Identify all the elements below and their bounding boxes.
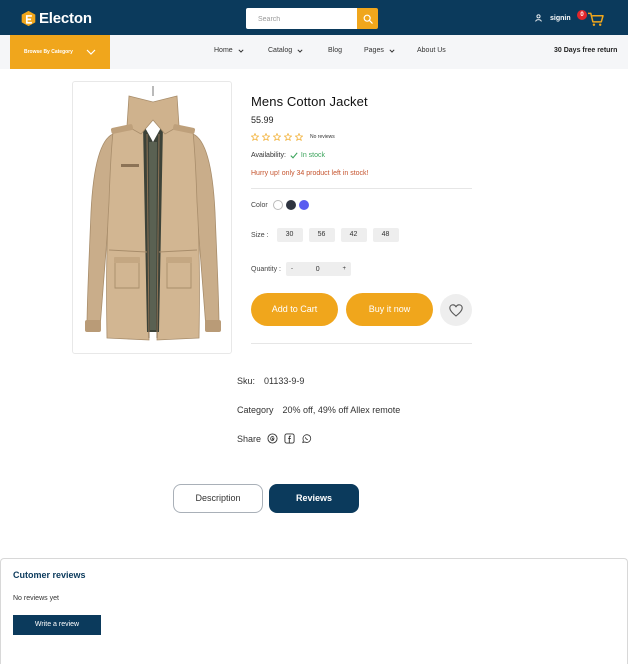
buy-now-button[interactable]: Buy it now <box>346 293 433 326</box>
chevron-down-icon <box>297 48 303 53</box>
sku-value: 01133-9-9 <box>264 376 305 386</box>
availability-label: Availability: <box>251 152 286 159</box>
quantity-row: Quantity : - 0 + <box>251 262 351 276</box>
share-row: Share <box>237 433 312 444</box>
star-outline-icon <box>284 133 292 141</box>
nav-item-label: Home <box>214 47 233 54</box>
nav-item-label: Pages <box>364 47 384 54</box>
size-option[interactable]: 56 <box>308 228 335 242</box>
jacket-illustration <box>85 86 221 341</box>
color-selector: Color <box>251 200 309 210</box>
size-option[interactable]: 48 <box>372 228 399 242</box>
chevron-down-icon <box>86 49 96 55</box>
browse-category-button[interactable]: Browse By Category <box>10 35 110 69</box>
browse-category-label: Browse By Category <box>24 49 73 55</box>
stock-status: In stock <box>290 152 325 159</box>
search-button[interactable] <box>357 8 378 29</box>
cart-icon <box>588 12 604 26</box>
sku-label: Sku: <box>237 376 256 386</box>
size-option[interactable]: 42 <box>340 228 367 242</box>
quantity-label: Quantity : <box>251 265 281 273</box>
quantity-stepper: - 0 + <box>285 262 351 276</box>
write-review-button[interactable]: Write a review <box>13 615 101 635</box>
brand-logo[interactable]: Electon <box>20 8 92 28</box>
rating-stars[interactable]: No reviews <box>251 133 335 141</box>
search-icon <box>363 14 373 24</box>
brand-name: Electon <box>39 9 92 27</box>
top-header: Electon signin 0 <box>0 0 628 35</box>
signin-link[interactable]: signin <box>535 14 571 22</box>
star-outline-icon <box>262 133 270 141</box>
whatsapp-icon[interactable] <box>301 433 312 444</box>
chevron-down-icon <box>238 48 244 53</box>
product-title: Mens Cotton Jacket <box>251 94 368 109</box>
share-label: Share <box>237 433 262 444</box>
check-icon <box>290 152 298 159</box>
color-swatch-blue[interactable] <box>298 200 309 210</box>
star-outline-icon <box>273 133 281 141</box>
cart-count-badge: 0 <box>577 10 587 20</box>
size-label: Size : <box>251 231 269 239</box>
tab-description[interactable]: Description <box>173 484 263 513</box>
nav-item-about-us[interactable]: About Us <box>417 47 446 54</box>
star-outline-icon <box>251 133 259 141</box>
nav-item-catalog[interactable]: Catalog <box>268 47 303 54</box>
nav-item-label: Blog <box>328 47 343 54</box>
nav-item-pages[interactable]: Pages <box>364 47 395 54</box>
logo-hexagon-icon <box>21 10 36 26</box>
nav-item-label: Catalog <box>268 47 293 54</box>
divider <box>251 188 472 189</box>
free-return-promo: 30 Days free return <box>554 47 618 54</box>
divider <box>251 343 472 344</box>
stock-note: Hurry up! only 34 product left in stock! <box>251 170 369 177</box>
chevron-down-icon <box>389 48 395 53</box>
nav-item-label: About Us <box>417 47 446 54</box>
user-icon <box>535 14 542 22</box>
reviews-count-label: No reviews <box>310 134 335 140</box>
google-icon[interactable] <box>267 433 278 444</box>
page-edge <box>628 0 634 664</box>
color-swatch-white[interactable] <box>272 200 283 210</box>
color-label: Color <box>251 201 268 209</box>
customer-reviews-panel: Cutomer reviews No reviews yet Write a r… <box>0 558 628 664</box>
reviews-title: Cutomer reviews <box>13 570 86 580</box>
color-swatch-dark[interactable] <box>285 200 296 210</box>
sku-row: Sku: 01133-9-9 <box>237 376 304 386</box>
wishlist-button[interactable] <box>440 294 472 326</box>
tab-reviews[interactable]: Reviews <box>269 484 359 513</box>
heart-icon <box>449 303 463 317</box>
nav-item-blog[interactable]: Blog <box>328 47 342 54</box>
star-outline-icon <box>295 133 303 141</box>
add-to-cart-button[interactable]: Add to Cart <box>251 293 338 326</box>
size-selector: Size : 30 56 42 48 <box>251 228 399 242</box>
search-input[interactable] <box>246 9 357 30</box>
availability-row: Availability: In stock <box>251 152 325 159</box>
quantity-decrement-button[interactable]: - <box>291 266 293 272</box>
quantity-increment-button[interactable]: + <box>342 266 346 272</box>
product-price: 55.99 <box>251 115 274 125</box>
main-navbar: Browse By Category Home Catalog Blog Pag… <box>0 35 628 69</box>
category-row: Category 20% off, 49% off Allex remote <box>237 405 400 415</box>
quantity-value[interactable]: 0 <box>316 266 320 273</box>
stock-status-label: In stock <box>300 152 326 159</box>
category-value: 20% off, 49% off Allex remote <box>282 405 401 415</box>
nav-item-home[interactable]: Home <box>214 47 244 54</box>
cart-button[interactable]: 0 <box>576 10 606 28</box>
reviews-empty-text: No reviews yet <box>13 595 59 602</box>
search-box <box>246 8 357 30</box>
facebook-icon[interactable] <box>284 433 295 444</box>
product-image[interactable] <box>72 81 232 354</box>
signin-label: signin <box>550 14 571 22</box>
size-option[interactable]: 30 <box>276 228 303 242</box>
category-label: Category <box>237 405 274 415</box>
